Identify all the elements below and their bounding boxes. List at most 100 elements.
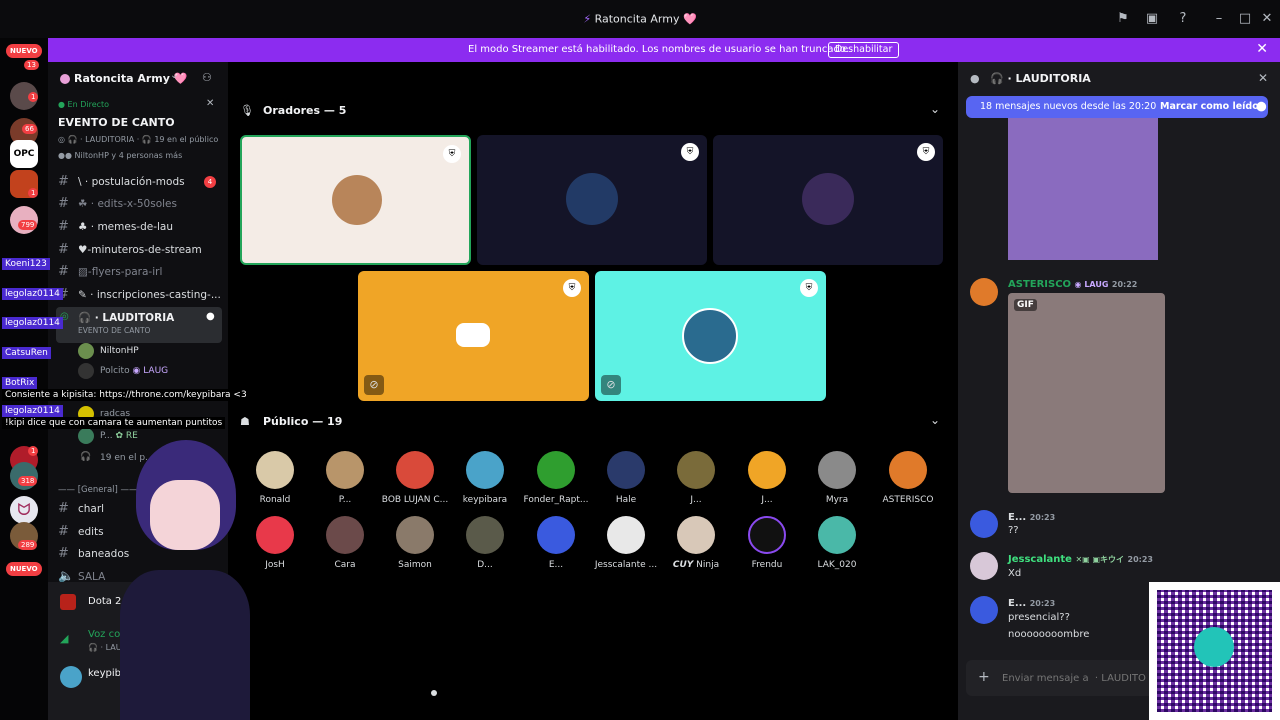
muted-mic-icon: ⊘ xyxy=(364,375,384,395)
message-author[interactable]: E... 20:23 xyxy=(1008,512,1055,523)
overlay-chat-name: Koeni123 xyxy=(2,258,50,270)
hash-icon: # xyxy=(58,546,69,561)
speaker-avatar xyxy=(682,308,738,364)
overlay-chat-message: Consiente a kipisita: https://throne.com… xyxy=(2,389,250,401)
message-avatar[interactable] xyxy=(970,510,998,538)
audience-member[interactable]: J... xyxy=(729,451,805,515)
speaker-tile[interactable]: ⛨ xyxy=(477,135,707,265)
unread-badge: 4 xyxy=(204,176,216,188)
avatar-body xyxy=(120,570,250,720)
audience-member[interactable]: D... xyxy=(447,516,523,580)
speaker-tile[interactable]: ⛨ ⊘ xyxy=(358,271,589,401)
voice-channel-lauditoria[interactable]: ◎ 🎧 · LAUDITORIA EVENTO DE CANTO ● xyxy=(56,307,222,343)
live-info: ◎ 🎧 · LAUDITORIA · 🎧 19 en el público xyxy=(58,135,219,144)
collapse-audience-icon[interactable]: ⌄ xyxy=(930,413,940,427)
hash-icon: # xyxy=(58,219,69,234)
add-member-icon[interactable]: ⚇ xyxy=(202,71,212,84)
message-author[interactable]: E... 20:23 xyxy=(1008,598,1055,609)
live-participants: ●● NiltonHP y 4 personas más xyxy=(58,151,183,160)
audience-member[interactable]: Jesscalante ... xyxy=(588,516,664,580)
overlay-chat-name: legolaz0114 xyxy=(2,405,63,417)
audience-member[interactable]: Fonder_Rapt... xyxy=(518,451,594,515)
server-avatar xyxy=(60,74,70,84)
close-window-icon[interactable]: ✕ xyxy=(1258,10,1276,28)
audience-member[interactable]: E... xyxy=(518,516,594,580)
speaker-tile[interactable]: ⛨ xyxy=(240,135,471,265)
audience-member[interactable]: Cara xyxy=(307,516,383,580)
audience-member[interactable]: keypibara xyxy=(447,451,523,515)
avatar xyxy=(78,428,94,444)
message-author[interactable]: Jesscalante ✕▣ ▣キウイ 20:23 xyxy=(1008,554,1153,565)
message-author[interactable]: ASTERISCO ◉ LAUG 20:22 xyxy=(1008,279,1137,290)
avatar xyxy=(818,516,856,554)
attach-plus-icon[interactable]: + xyxy=(978,669,990,685)
inbox-flag-icon[interactable]: ⚑ xyxy=(1114,10,1132,28)
audience-icon: ☗ xyxy=(240,415,250,428)
help-icon[interactable]: ? xyxy=(1174,10,1192,28)
close-chat-icon[interactable]: ✕ xyxy=(1258,71,1268,85)
chat-channel-title: 🎧 · LAUDITORIA xyxy=(990,72,1091,85)
new-messages-bar[interactable]: 18 mensajes nuevos desde las 20:20 Marca… xyxy=(966,96,1268,118)
channel-inscripciones-casting[interactable]: # ✎ · inscripciones-casting-... xyxy=(56,285,222,305)
channel-edits-x-50soles[interactable]: # ☘ · edits-x-50soles xyxy=(56,194,222,214)
banner-close-icon[interactable]: ✕ xyxy=(1256,41,1268,57)
mention-badge: 13 xyxy=(24,60,39,70)
stream-screen-icon[interactable]: ▣ xyxy=(1143,10,1161,28)
mention-badge: 1 xyxy=(28,188,39,198)
channel-minuteros-de-stream[interactable]: # ♥-minuteros-de-stream xyxy=(56,240,222,260)
message-text: noooooooombre xyxy=(1008,629,1090,640)
audience-member[interactable]: Saimon xyxy=(377,516,453,580)
channel-postulacion-mods[interactable]: # \ · postulación-mods 4 xyxy=(56,172,222,192)
maximize-icon[interactable]: □ xyxy=(1236,10,1254,28)
avatar xyxy=(607,516,645,554)
hash-icon: # xyxy=(58,524,69,539)
audience-member[interactable]: Hale xyxy=(588,451,664,515)
message-text: ?? xyxy=(1008,525,1019,536)
channel-flyers-para-irl[interactable]: # ▨-flyers-para-irl xyxy=(56,262,222,282)
audience-member[interactable]: Frendu xyxy=(729,516,805,580)
audience-member[interactable]: BOB LUJAN C... xyxy=(377,451,453,515)
speaker-tile[interactable]: ⛨ xyxy=(713,135,943,265)
server-icon[interactable]: OPC xyxy=(10,140,38,168)
avatar xyxy=(466,451,504,489)
avatar xyxy=(677,516,715,554)
mark-read-icon: ⬤ xyxy=(1256,101,1267,112)
hash-icon: # xyxy=(58,501,69,516)
speaker-tile[interactable]: ⛨ ⊘ xyxy=(595,271,826,401)
disable-streamer-mode-button[interactable]: Deshabilitar xyxy=(828,42,900,58)
message-avatar[interactable] xyxy=(970,552,998,580)
live-close-icon[interactable]: ✕ xyxy=(206,98,214,109)
audience-member[interactable]: CUY Ninja xyxy=(658,516,734,580)
overlay-chat-name: legolaz0114 xyxy=(2,288,63,300)
hash-icon: # xyxy=(58,264,69,279)
avatar xyxy=(256,516,294,554)
server-icon[interactable]: ᗢ xyxy=(10,496,38,524)
chat-icon: ● xyxy=(970,72,980,85)
moderator-shield-icon: ⛨ xyxy=(681,143,699,161)
avatar xyxy=(326,451,364,489)
message-avatar[interactable] xyxy=(970,596,998,624)
channel-memes-de-lau[interactable]: # ♣ · memes-de-lau xyxy=(56,217,222,237)
audience-member[interactable]: J... xyxy=(658,451,734,515)
minimize-icon[interactable]: – xyxy=(1210,10,1228,28)
live-status: ● En Directo xyxy=(58,100,110,109)
audience-member[interactable]: ASTERISCO xyxy=(870,451,946,515)
hash-icon: # xyxy=(58,196,69,211)
avatar xyxy=(466,516,504,554)
gif-attachment[interactable]: GIF xyxy=(1008,293,1165,493)
audience-member[interactable]: Myra xyxy=(799,451,875,515)
message-avatar[interactable] xyxy=(970,278,998,306)
avatar xyxy=(396,516,434,554)
avatar xyxy=(537,451,575,489)
collapse-speakers-icon[interactable]: ⌄ xyxy=(930,102,940,116)
mark-as-read-button[interactable]: Marcar como leído xyxy=(1160,101,1259,112)
user-avatar[interactable] xyxy=(60,666,82,688)
embedded-image[interactable] xyxy=(1008,118,1158,260)
moderator-shield-icon: ⛨ xyxy=(800,279,818,297)
audience-member[interactable]: LAK_020 xyxy=(799,516,875,580)
audience-member[interactable]: P... xyxy=(307,451,383,515)
chevron-down-icon[interactable]: ⌄ xyxy=(170,70,178,81)
title-bar: ⚡ Ratoncita Army 🩷 ⚑ ▣ ? – □ ✕ xyxy=(0,0,1280,38)
chat-bubble-icon[interactable]: ● xyxy=(206,311,215,322)
avatar xyxy=(78,343,94,359)
